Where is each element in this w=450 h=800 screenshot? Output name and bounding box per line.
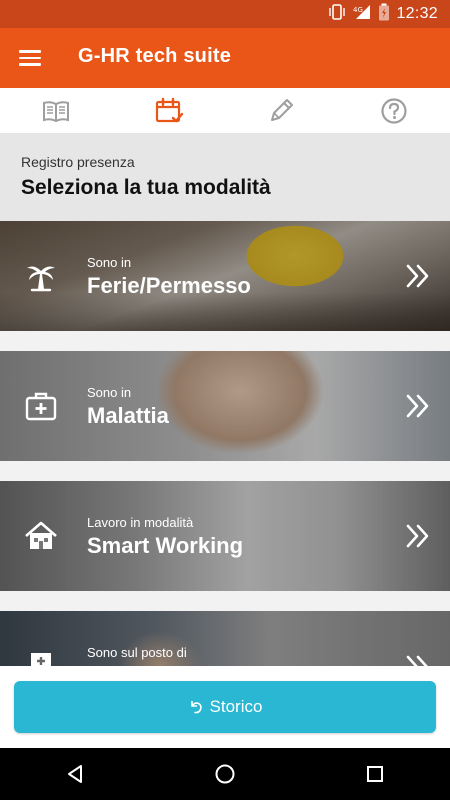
navigation-bar bbox=[0, 748, 450, 800]
card-label-small: Sono in bbox=[87, 255, 132, 270]
book-icon bbox=[43, 100, 70, 122]
tab-help[interactable] bbox=[338, 88, 450, 133]
card-label-big: Malattia bbox=[87, 403, 169, 428]
palm-tree-icon bbox=[27, 266, 55, 292]
status-icons: 4G 12:32 bbox=[328, 3, 438, 25]
back-triangle-icon bbox=[68, 765, 82, 783]
office-building-icon bbox=[31, 653, 51, 666]
clock: 12:32 bbox=[396, 5, 438, 22]
card-separator bbox=[0, 461, 450, 481]
app-bar: G-HR tech suite bbox=[0, 28, 450, 88]
section-title: Seleziona la tua modalità bbox=[21, 176, 271, 199]
double-chevron-right-icon bbox=[406, 524, 429, 548]
pencil-icon bbox=[271, 98, 294, 121]
back-button[interactable] bbox=[45, 748, 105, 800]
undo-icon bbox=[190, 701, 202, 714]
home-button[interactable] bbox=[195, 748, 255, 800]
double-chevron-right-icon bbox=[406, 264, 429, 288]
bottom-action-area: Storico bbox=[0, 666, 450, 748]
double-chevron-right-icon bbox=[406, 394, 429, 418]
first-aid-kit-icon bbox=[25, 392, 57, 421]
home-icon bbox=[25, 521, 57, 549]
card-label-small: Sono sul posto di bbox=[87, 645, 187, 660]
card-smart-working[interactable]: Lavoro in modalità Smart Working bbox=[0, 481, 450, 591]
recents-button[interactable] bbox=[345, 748, 405, 800]
section-subtitle: Registro presenza bbox=[21, 154, 135, 170]
card-label-big: Ferie/Permesso bbox=[87, 273, 251, 298]
card-label-small: Lavoro in modalità bbox=[87, 515, 194, 530]
storico-label: Storico bbox=[209, 697, 263, 716]
calendar-check-icon bbox=[155, 97, 183, 122]
tab-book[interactable] bbox=[0, 88, 113, 133]
card-sul-posto[interactable]: Sono sul posto di bbox=[0, 611, 450, 666]
battery-icon bbox=[378, 3, 390, 25]
storico-button[interactable]: Storico bbox=[14, 681, 436, 733]
tab-bar bbox=[0, 88, 450, 134]
hamburger-menu-icon[interactable] bbox=[14, 42, 46, 74]
status-bar: 4G 12:32 bbox=[0, 0, 450, 28]
card-label-big: Smart Working bbox=[87, 533, 244, 558]
card-label-small: Sono in bbox=[87, 385, 132, 400]
tab-calendar[interactable] bbox=[113, 88, 226, 133]
home-circle-icon bbox=[215, 764, 235, 784]
help-circle-icon bbox=[381, 97, 407, 124]
card-ferie-permesso[interactable]: Sono in Ferie/Permesso bbox=[0, 221, 450, 331]
svg-text:4G: 4G bbox=[353, 6, 363, 14]
card-malattia[interactable]: Sono in Malattia bbox=[0, 351, 450, 461]
recents-square-icon bbox=[367, 766, 383, 782]
card-separator bbox=[0, 331, 450, 351]
card-separator bbox=[0, 591, 450, 611]
double-chevron-right-icon bbox=[406, 655, 428, 666]
app-title: G-HR tech suite bbox=[78, 45, 232, 67]
tab-edit[interactable] bbox=[225, 88, 338, 133]
vibrate-icon bbox=[328, 4, 346, 24]
section-header: Registro presenza Seleziona la tua modal… bbox=[0, 134, 450, 221]
signal-4g-icon: 4G bbox=[352, 4, 372, 24]
